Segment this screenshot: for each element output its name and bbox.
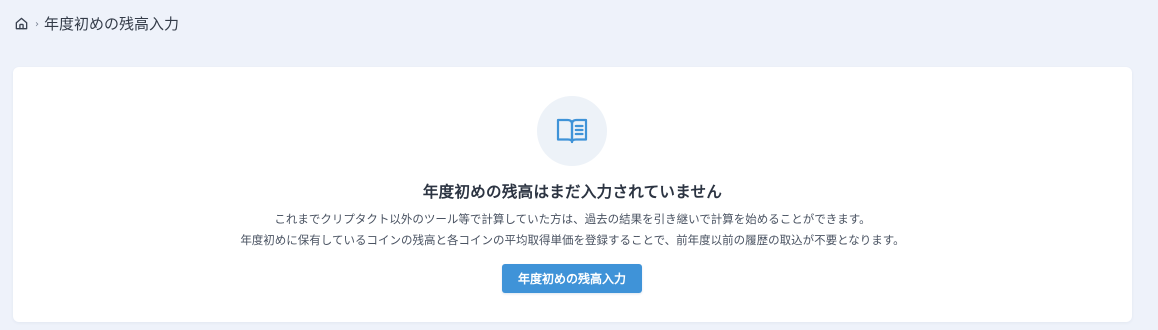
home-icon[interactable] — [14, 16, 29, 31]
empty-state-card: 年度初めの残高はまだ入力されていません これまでクリプタクト以外のツール等で計算… — [13, 67, 1132, 322]
description-line: これまでクリプタクト以外のツール等で計算していた方は、過去の結果を引き継いで計算… — [274, 212, 871, 226]
opening-balance-input-button[interactable]: 年度初めの残高入力 — [502, 264, 642, 293]
description-line: 年度初めに保有しているコインの残高と各コインの平均取得単価を登録することで、前年… — [240, 233, 905, 247]
empty-state-title: 年度初めの残高はまだ入力されていません — [422, 183, 723, 201]
empty-state-description: これまでクリプタクト以外のツール等で計算していた方は、過去の結果を引き継いで計算… — [13, 209, 1132, 251]
book-icon — [537, 96, 607, 166]
breadcrumb: › 年度初めの残高入力 — [14, 12, 179, 34]
breadcrumb-separator: › — [35, 18, 39, 30]
breadcrumb-current: 年度初めの残高入力 — [44, 14, 180, 33]
